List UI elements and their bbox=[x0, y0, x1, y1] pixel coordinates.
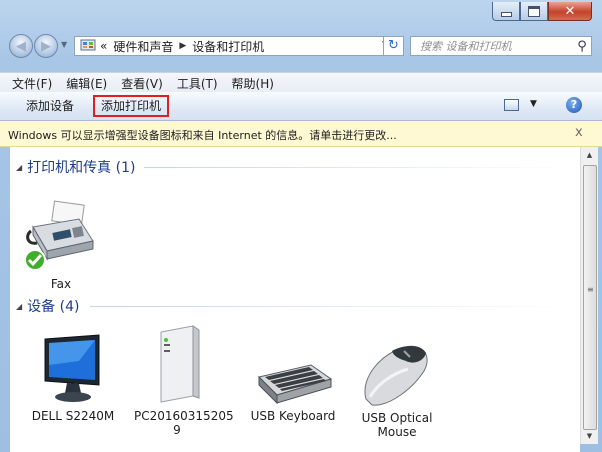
back-button[interactable]: ◀ bbox=[9, 34, 33, 58]
computer-tower-icon bbox=[160, 325, 200, 403]
device-label-mouse-line2: Mouse bbox=[377, 425, 417, 439]
magnifier-icon[interactable]: ⚲ bbox=[573, 39, 591, 54]
back-arrow-icon: ◀ bbox=[16, 38, 26, 54]
maximize-icon bbox=[528, 5, 540, 17]
monitor-icon bbox=[44, 334, 100, 402]
menu-bar: 文件(F) 编辑(E) 查看(V) 工具(T) 帮助(H) bbox=[0, 72, 602, 93]
mouse-icon bbox=[364, 345, 428, 406]
add-printer-button[interactable]: 添加打印机 bbox=[93, 95, 170, 117]
forward-button[interactable]: ▶ bbox=[34, 34, 58, 58]
minimize-button[interactable] bbox=[492, 2, 520, 21]
menu-tools[interactable]: 工具(T) bbox=[177, 75, 218, 92]
refresh-button[interactable]: ↻ bbox=[383, 36, 404, 56]
search-box[interactable]: 搜索 设备和打印机 ⚲ bbox=[410, 36, 592, 56]
recent-pages-button[interactable]: ▼ bbox=[61, 40, 67, 49]
close-button[interactable]: ✕ bbox=[548, 2, 592, 21]
maximize-button[interactable] bbox=[520, 2, 548, 21]
device-pc[interactable]: PC20160315205 9 bbox=[134, 322, 234, 437]
navigation-bar: ◀ ▶ ▼ « 硬件和声音 ▶ 设备和打印机 ▼ ↻ 搜索 设备和打印机 ⚲ bbox=[0, 26, 602, 66]
group-header-printers[interactable]: ◢ 打印机和传真 (1) bbox=[16, 157, 574, 177]
menu-file[interactable]: 文件(F) bbox=[12, 75, 52, 92]
group-divider bbox=[90, 306, 574, 307]
info-bar-message[interactable]: Windows 可以显示增强型设备图标和来自 Internet 的信息。请单击进… bbox=[8, 127, 397, 143]
default-check-icon bbox=[24, 249, 46, 271]
menu-edit[interactable]: 编辑(E) bbox=[66, 75, 107, 92]
breadcrumb-prefix[interactable]: « bbox=[100, 39, 107, 53]
devices-view: ◢ 打印机和传真 (1) Fax ◢ 设备 (4) DELL S2240M PC… bbox=[10, 147, 580, 452]
breadcrumb-chevron-icon[interactable]: ▶ bbox=[179, 41, 186, 51]
search-placeholder[interactable]: 搜索 设备和打印机 bbox=[420, 38, 573, 54]
vertical-scrollbar[interactable]: ▲ ≡ ▼ bbox=[580, 147, 598, 444]
group-title-printers: 打印机和传真 (1) bbox=[27, 160, 136, 176]
device-label-pc-line1: PC20160315205 bbox=[134, 409, 234, 423]
device-label-fax: Fax bbox=[50, 277, 72, 291]
collapse-triangle-icon[interactable]: ◢ bbox=[16, 302, 22, 311]
keyboard-icon bbox=[258, 364, 333, 405]
scroll-up-arrow-icon[interactable]: ▲ bbox=[581, 147, 598, 163]
device-label-keyboard: USB Keyboard bbox=[250, 409, 336, 423]
refresh-icon: ↻ bbox=[388, 38, 399, 53]
menu-view[interactable]: 查看(V) bbox=[121, 75, 163, 92]
control-panel-icon bbox=[80, 39, 96, 51]
info-bar-close-button[interactable]: x bbox=[575, 125, 583, 140]
scroll-thumb[interactable] bbox=[583, 165, 597, 430]
caption-buttons: ✕ bbox=[492, 2, 592, 22]
device-label-pc-line2: 9 bbox=[173, 423, 181, 437]
group-header-devices[interactable]: ◢ 设备 (4) bbox=[16, 296, 574, 316]
window: ✕ ◀ ▶ ▼ « 硬件和声音 ▶ 设备和打印机 ▼ ↻ 搜索 设备和打印机 ⚲… bbox=[0, 0, 602, 452]
device-mouse[interactable]: USB Optical Mouse bbox=[354, 339, 440, 439]
group-title-devices: 设备 (4) bbox=[27, 299, 80, 315]
breadcrumb-devices-and-printers[interactable]: 设备和打印机 bbox=[192, 38, 264, 55]
scroll-grip-icon: ≡ bbox=[587, 285, 594, 294]
device-fax[interactable]: Fax bbox=[18, 197, 104, 291]
minimize-icon bbox=[500, 11, 512, 17]
device-keyboard[interactable]: USB Keyboard bbox=[250, 357, 336, 423]
command-bar: 添加设备 添加打印机 ▼ ? bbox=[0, 92, 602, 121]
device-dell-monitor[interactable]: DELL S2240M bbox=[30, 331, 116, 423]
view-options-dropdown-icon[interactable]: ▼ bbox=[530, 99, 537, 109]
menu-help[interactable]: 帮助(H) bbox=[232, 75, 274, 92]
device-label-monitor: DELL S2240M bbox=[31, 409, 115, 423]
device-label-mouse-line1: USB Optical bbox=[361, 411, 433, 425]
change-view-button[interactable] bbox=[504, 99, 519, 111]
close-icon: ✕ bbox=[564, 3, 576, 19]
scroll-down-arrow-icon[interactable]: ▼ bbox=[581, 428, 598, 444]
forward-arrow-icon: ▶ bbox=[41, 38, 51, 54]
group-divider bbox=[144, 167, 574, 168]
help-button[interactable]: ? bbox=[566, 97, 582, 113]
breadcrumb-hardware-and-sound[interactable]: 硬件和声音 bbox=[113, 38, 173, 55]
collapse-triangle-icon[interactable]: ◢ bbox=[16, 163, 22, 172]
add-device-button[interactable]: 添加设备 bbox=[20, 97, 80, 115]
info-bar[interactable]: Windows 可以显示增强型设备图标和来自 Internet 的信息。请单击进… bbox=[0, 121, 602, 147]
address-bar[interactable]: « 硬件和声音 ▶ 设备和打印机 ▼ bbox=[74, 36, 404, 56]
